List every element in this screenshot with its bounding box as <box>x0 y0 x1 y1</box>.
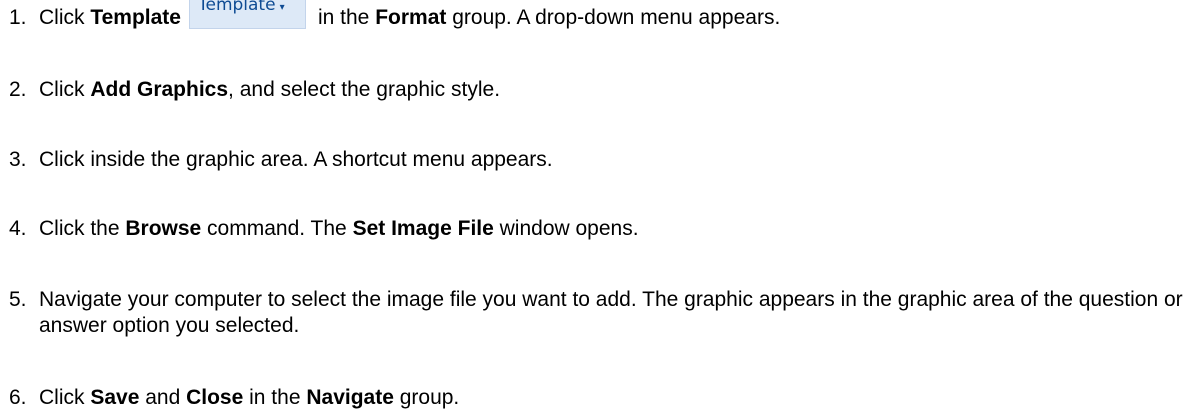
step-text-run: in the <box>317 6 376 29</box>
step-keyword: Close <box>186 386 244 409</box>
step-text-run: group. A drop-down menu appears. <box>446 6 781 29</box>
step-text-run: and <box>139 386 187 409</box>
step-text-run: group. <box>393 386 460 409</box>
dropdown-arrow-icon: ▾ <box>279 2 285 13</box>
step-text-run: Click the <box>39 217 126 240</box>
step-keyword: Set Image File <box>352 217 494 240</box>
step-text-run: in the <box>243 386 307 409</box>
step-number: 2. <box>9 78 27 101</box>
step-number: 4. <box>9 217 27 240</box>
step-text-run: Click inside the graphic area. A shortcu… <box>39 148 553 171</box>
step-text: Click inside the graphic area. A shortcu… <box>39 147 1194 173</box>
step-text-run: command. The <box>201 217 353 240</box>
step-text: Click Add Graphics, and select the graph… <box>39 77 1194 103</box>
step-keyword: Add Graphics <box>90 78 229 101</box>
step-text: Click the Browse command. The Set Image … <box>39 216 1194 242</box>
step-number: 6. <box>9 386 27 409</box>
step-keyword: Save <box>90 386 140 409</box>
template-button[interactable]: Template ▾ <box>188 0 306 29</box>
step-text-run: Click <box>39 6 91 29</box>
step-number: 1. <box>9 6 27 29</box>
step-keyword: Browse <box>125 217 202 240</box>
step-keyword: Format <box>375 6 447 29</box>
step-text-run: Click <box>39 78 91 101</box>
step-number: 5. <box>9 288 27 311</box>
step-text: Click Save and Close in the Navigate gro… <box>39 385 1194 411</box>
step-keyword: Template <box>90 6 181 29</box>
step-number: 3. <box>9 148 27 171</box>
step-text-run: window opens. <box>493 217 639 240</box>
step-keyword: Navigate <box>306 386 394 409</box>
step-text-run: Click <box>39 386 91 409</box>
step-text-run: , and select the graphic style. <box>228 78 501 101</box>
step-text: Navigate your computer to select the ima… <box>39 288 1183 337</box>
step-text: Click TemplateTemplate ▾ in the Format gro… <box>39 0 1194 35</box>
template-button-label: Template <box>197 0 276 15</box>
